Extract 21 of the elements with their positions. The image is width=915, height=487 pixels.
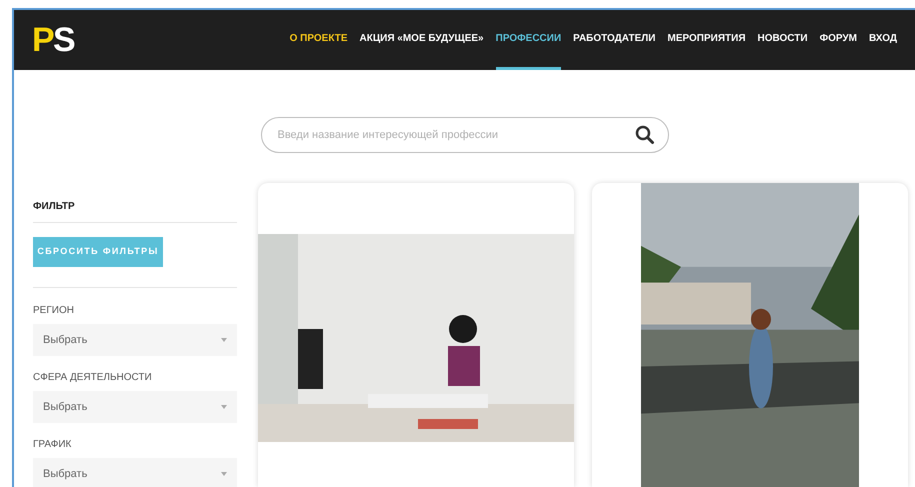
caret-icon bbox=[221, 405, 227, 409]
nav-link[interactable]: ФОРУМ bbox=[820, 10, 857, 70]
nav-link[interactable]: АКЦИЯ «МОЕ БУДУЩЕЕ» bbox=[360, 10, 484, 70]
caret-icon bbox=[221, 472, 227, 476]
nav-link[interactable]: РАБОТОДАТЕЛИ bbox=[573, 10, 656, 70]
search-icon[interactable] bbox=[634, 125, 654, 145]
nav-link[interactable]: ПРОФЕССИИ bbox=[496, 10, 562, 70]
select-dropdown[interactable]: Выбрать bbox=[33, 324, 237, 356]
filter-title: ФИЛЬТР bbox=[33, 199, 237, 223]
nav-link[interactable]: МЕРОПРИЯТИЯ bbox=[667, 10, 746, 70]
nav-link[interactable]: НОВОСТИ bbox=[758, 10, 808, 70]
field-label: СФЕРА ДЕЯТЕЛЬНОСТИ bbox=[33, 371, 153, 385]
search-field[interactable]: Введи название интересующей профессии bbox=[260, 117, 668, 153]
caret-icon bbox=[221, 338, 227, 342]
nav-link[interactable]: ВХОД bbox=[868, 10, 897, 70]
logo[interactable]: PS bbox=[32, 23, 74, 57]
field-label: РЕГИОН bbox=[33, 304, 75, 318]
select-dropdown[interactable]: Выбрать bbox=[33, 391, 237, 423]
select-dropdown[interactable]: Выбрать bbox=[33, 458, 237, 487]
nav-link[interactable]: О ПРОЕКТЕ bbox=[290, 10, 348, 70]
field-label: ГРАФИК bbox=[33, 438, 72, 452]
